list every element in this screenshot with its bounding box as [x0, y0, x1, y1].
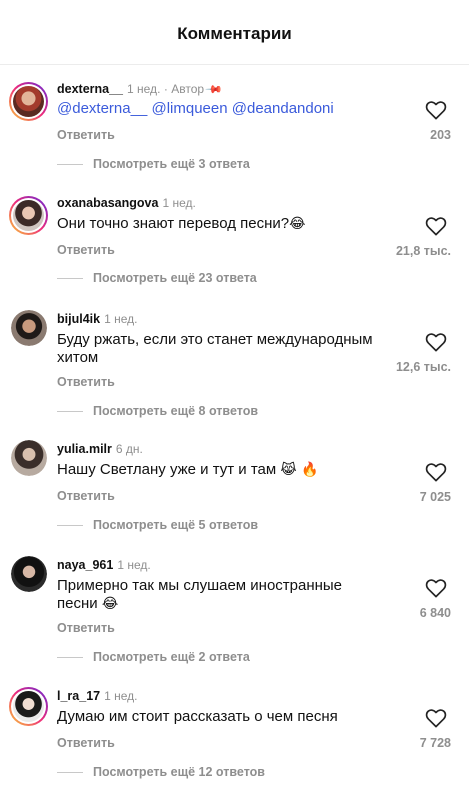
mention-link[interactable]: @deandandoni	[232, 100, 334, 117]
heart-icon[interactable]	[425, 332, 447, 352]
like-count: 7 025	[419, 490, 451, 504]
reply-button[interactable]: Ответить	[57, 375, 115, 389]
username[interactable]: yulia.milr	[57, 442, 112, 456]
reply-button[interactable]: Ответить	[57, 243, 115, 257]
divider	[57, 277, 83, 279]
heart-icon[interactable]	[425, 100, 447, 120]
author-badge: · Автор	[163, 82, 205, 96]
emoji: 😂	[101, 596, 119, 612]
like-count: 6 840	[419, 606, 451, 620]
comment-text: Буду ржать, если это станет международны…	[57, 331, 373, 366]
comment-meta: yulia.milr 6 дн.	[57, 442, 143, 456]
divider	[57, 524, 83, 526]
reply-button[interactable]: Ответить	[57, 489, 115, 503]
view-more-replies-label: Посмотреть ещё 12 ответов	[93, 765, 265, 779]
avatar[interactable]	[9, 82, 48, 121]
emoji: 😹 🔥	[280, 462, 319, 478]
reply-button[interactable]: Ответить	[57, 736, 115, 750]
view-more-replies[interactable]: Посмотреть ещё 12 ответов	[57, 765, 265, 779]
divider	[57, 771, 83, 773]
view-more-replies[interactable]: Посмотреть ещё 8 ответов	[57, 404, 258, 418]
timestamp: 1 нед.	[104, 312, 138, 326]
username[interactable]: bijul4ik	[57, 312, 100, 326]
timestamp: 1 нед.	[117, 558, 151, 572]
heart-icon[interactable]	[425, 216, 447, 236]
divider	[57, 163, 83, 165]
avatar[interactable]	[9, 196, 48, 235]
avatar[interactable]	[11, 556, 47, 592]
heart-icon[interactable]	[425, 578, 447, 598]
comment-meta: naya_961 1 нед.	[57, 558, 151, 572]
reply-button[interactable]: Ответить	[57, 128, 115, 142]
avatar[interactable]	[9, 687, 48, 726]
comment-text: @dexterna__ @limqueen @deandandoni	[57, 100, 402, 118]
comment-meta: bijul4ik 1 нед.	[57, 312, 137, 326]
timestamp: 1 нед.	[127, 82, 161, 96]
timestamp: 6 дн.	[115, 442, 143, 456]
avatar[interactable]	[11, 440, 47, 476]
page-title: Комментарии	[177, 24, 292, 43]
view-more-replies[interactable]: Посмотреть ещё 23 ответа	[57, 271, 257, 285]
heart-icon[interactable]	[425, 708, 447, 728]
comments-header: Комментарии	[0, 0, 469, 65]
view-more-replies-label: Посмотреть ещё 2 ответа	[93, 650, 250, 664]
view-more-replies[interactable]: Посмотреть ещё 3 ответа	[57, 157, 250, 171]
heart-icon[interactable]	[425, 462, 447, 482]
view-more-replies-label: Посмотреть ещё 3 ответа	[93, 157, 250, 171]
avatar[interactable]	[11, 310, 47, 346]
view-more-replies[interactable]: Посмотреть ещё 5 ответов	[57, 518, 258, 532]
username[interactable]: l_ra_17	[57, 689, 100, 703]
mention-link[interactable]: @dexterna__	[57, 100, 147, 117]
timestamp: 1 нед.	[162, 196, 196, 210]
mention-link[interactable]: @limqueen	[151, 100, 227, 117]
timestamp: 1 нед.	[104, 689, 138, 703]
divider	[57, 656, 83, 658]
like-count: 21,8 тыс.	[395, 244, 451, 258]
emoji: 😂	[289, 216, 306, 232]
comment-meta: dexterna__ 1 нед. · Автор📌	[57, 80, 223, 99]
comment-text: Думаю им стоит рассказать о чем песня	[57, 708, 338, 725]
username[interactable]: dexterna__	[57, 82, 123, 96]
reply-button[interactable]: Ответить	[57, 621, 115, 635]
pin-icon: 📌	[204, 80, 223, 99]
view-more-replies-label: Посмотреть ещё 8 ответов	[93, 404, 259, 418]
comment-meta: oxanabasangova 1 нед.	[57, 196, 196, 210]
view-more-replies-label: Посмотреть ещё 5 ответов	[93, 518, 259, 532]
view-more-replies-label: Посмотреть ещё 23 ответа	[93, 271, 257, 285]
comment-meta: l_ra_17 1 нед.	[57, 689, 138, 703]
comment-text: Примерно так мы слушаем иностранные песн…	[57, 577, 343, 612]
comment-text: Нашу Светлану уже и тут и там 😹 🔥	[57, 461, 319, 478]
like-count: 7 728	[419, 736, 451, 750]
username[interactable]: oxanabasangova	[57, 196, 158, 210]
like-count: 203	[430, 128, 451, 142]
like-count: 12,6 тыс.	[395, 360, 451, 374]
username[interactable]: naya_961	[57, 558, 113, 572]
divider	[57, 410, 83, 412]
view-more-replies[interactable]: Посмотреть ещё 2 ответа	[57, 650, 250, 664]
comment-text: Они точно знают перевод песни?😂	[57, 215, 306, 232]
